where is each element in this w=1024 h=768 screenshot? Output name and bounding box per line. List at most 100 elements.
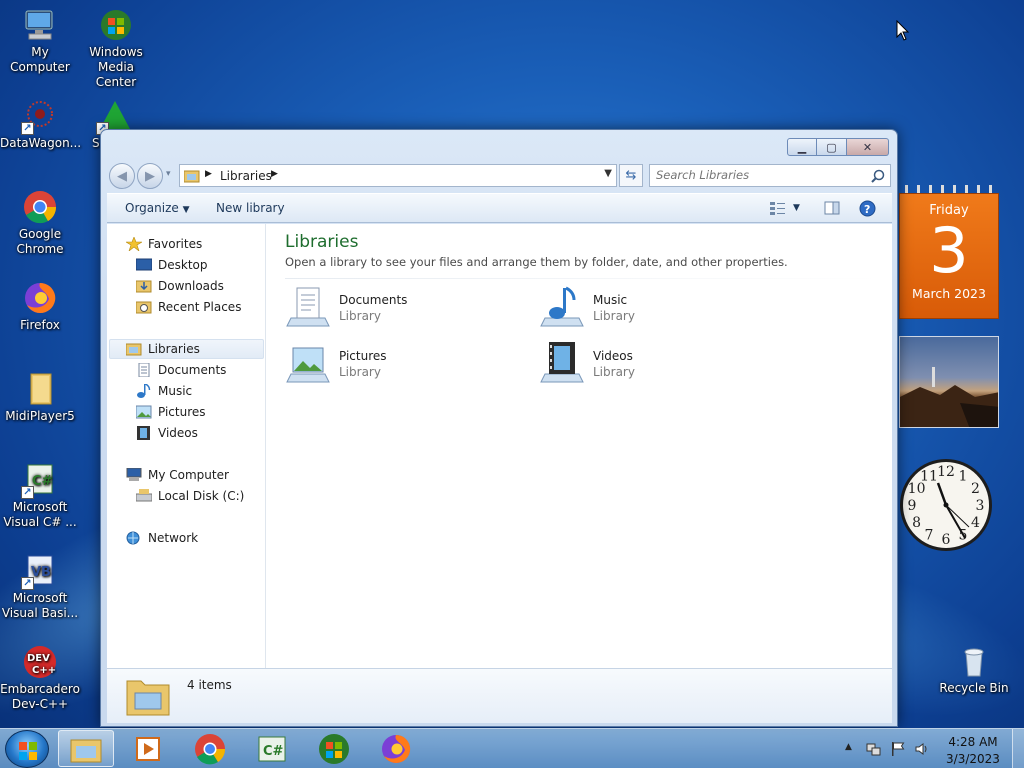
nav-item-music[interactable]: Music (136, 381, 192, 401)
preview-pane-icon[interactable] (824, 200, 840, 216)
refresh-button[interactable]: ⇆ (619, 164, 643, 187)
library-item-music[interactable]: Music Library (539, 284, 769, 332)
network-status-icon[interactable] (866, 741, 882, 757)
breadcrumb-libraries[interactable]: Libraries (220, 169, 272, 183)
desktop-icon-visual-csharp[interactable]: C# ↗ Microsoft Visual C# ... (0, 463, 80, 530)
desktop-icon-label: Microsoft (12, 500, 68, 514)
library-item-documents[interactable]: Documents Library (285, 284, 515, 332)
library-item-pictures[interactable]: Pictures Library (285, 340, 515, 388)
recent-pages-dropdown-icon[interactable]: ▾ (166, 169, 171, 179)
minimize-button[interactable]: ▁ (787, 138, 817, 156)
library-type: Library (339, 309, 381, 323)
organize-label: Organize (125, 201, 179, 215)
search-input[interactable] (656, 168, 861, 182)
volume-icon[interactable] (914, 741, 930, 757)
computer-icon (126, 467, 142, 482)
back-button[interactable]: ◀ (109, 163, 135, 189)
library-type: Library (593, 365, 635, 379)
library-item-videos[interactable]: Videos Library (539, 340, 769, 388)
nav-item-my-computer[interactable]: My Computer (126, 465, 229, 485)
taskbar-firefox[interactable] (368, 730, 424, 767)
view-options-dropdown-icon[interactable]: ▼ (793, 203, 800, 213)
explorer-window[interactable]: ▁ ▢ ✕ ◀ ▶ ▾ ▶ Libraries ▶ ▼ ⇆ Organize ▼ (100, 129, 898, 727)
visual-csharp-icon: C# (258, 736, 286, 761)
nav-item-favorites[interactable]: Favorites (124, 234, 202, 254)
library-name: Music (593, 293, 628, 307)
clock-numeral: 11 (920, 469, 938, 485)
nav-item-label: Videos (158, 426, 198, 440)
desktop-icon-label: Recycle Bin (939, 681, 1009, 695)
library-name: Documents (339, 293, 408, 307)
calendar-month-year: March 2023 (912, 286, 986, 301)
breadcrumb-separator-icon[interactable]: ▶ (271, 169, 278, 179)
show-hidden-icons-button[interactable]: ▲ (845, 742, 852, 752)
nav-item-documents[interactable]: Documents (136, 360, 226, 380)
taskbar-file-explorer[interactable] (58, 730, 114, 767)
clock-numeral: 2 (971, 481, 980, 497)
nav-item-desktop[interactable]: Desktop (135, 255, 208, 275)
nav-item-label: Downloads (158, 279, 224, 293)
action-center-flag-icon[interactable] (890, 741, 906, 757)
nav-item-videos[interactable]: Videos (136, 423, 198, 443)
page-title: Libraries (285, 232, 359, 252)
details-pane: 4 items (107, 668, 892, 723)
navigation-bar: ◀ ▶ ▾ ▶ Libraries ▶ ▼ ⇆ (109, 163, 891, 189)
firefox-icon (382, 734, 411, 763)
help-icon[interactable]: ? (859, 200, 876, 217)
organize-button[interactable]: Organize ▼ (125, 201, 190, 215)
header-divider (285, 278, 880, 279)
address-dropdown-icon[interactable]: ▼ (604, 168, 612, 179)
green-triangle-icon: ↗ (96, 99, 132, 135)
visual-basic-icon: VB ↗ (21, 554, 57, 590)
nav-item-libraries[interactable]: Libraries (109, 339, 264, 359)
desktop-icon-google-chrome[interactable]: Google Chrome (0, 190, 80, 257)
new-library-button[interactable]: New library (216, 201, 285, 215)
slideshow-gadget[interactable] (899, 336, 999, 428)
search-icon[interactable] (871, 169, 885, 183)
mouse-cursor-icon (896, 20, 910, 41)
nav-item-recent-places[interactable]: Recent Places (135, 297, 241, 317)
clock-gadget[interactable]: 121234567891011 (896, 443, 1000, 569)
desktop-icon-label: Media Center (95, 60, 137, 89)
nav-item-downloads[interactable]: Downloads (135, 276, 224, 296)
nav-item-pictures[interactable]: Pictures (135, 402, 206, 422)
item-count: 4 items (187, 678, 232, 692)
nav-item-local-disk[interactable]: Local Disk (C:) (135, 486, 244, 506)
desktop-icon-recycle-bin[interactable]: Recycle Bin (934, 644, 1014, 696)
desktop-icon-datawagon[interactable]: ↗ DataWagon... (0, 99, 81, 151)
address-bar[interactable]: ▶ Libraries ▶ ▼ (179, 164, 617, 187)
computer-icon (23, 8, 57, 42)
forward-button[interactable]: ▶ (137, 163, 163, 189)
change-view-icon[interactable] (769, 200, 787, 216)
desktop-icon-my-computer[interactable]: My Computer (0, 8, 80, 75)
taskbar-visual-csharp[interactable]: C# (244, 730, 300, 767)
desktop-icon-midiplayer5[interactable]: MidiPlayer5 (0, 372, 80, 424)
nav-item-label: Libraries (148, 342, 200, 356)
start-button[interactable] (5, 730, 49, 768)
taskbar-clock[interactable]: 4:28 AM 3/3/2023 (941, 734, 1005, 768)
nav-item-label: Network (148, 531, 199, 545)
desktop-icon-firefox[interactable]: Firefox (0, 281, 80, 333)
nav-item-label: Music (158, 384, 193, 398)
maximize-button[interactable]: ▢ (817, 138, 847, 156)
breadcrumb-separator-icon[interactable]: ▶ (205, 169, 212, 179)
file-list-pane: Libraries Open a library to see your fil… (267, 224, 892, 668)
clock-time: 4:28 AM (948, 735, 998, 749)
chrome-icon (23, 190, 57, 224)
show-desktop-button[interactable] (1012, 729, 1024, 768)
desktop-icon-visual-basic[interactable]: VB ↗ Microsoft Visual Basi... (0, 554, 80, 621)
libraries-folder-icon (184, 170, 200, 183)
desktop-icon-windows-media-center[interactable]: Windows Media Center (76, 8, 156, 90)
clock-numeral: 8 (912, 515, 921, 531)
nav-item-label: My Computer (148, 468, 229, 482)
desktop-icon-embarcadero-dev-cpp[interactable]: DEV C++ Embarcadero Dev-C++ (0, 645, 80, 712)
taskbar-windows-media-center[interactable] (306, 730, 362, 767)
taskbar-media-player[interactable] (120, 730, 176, 767)
search-box[interactable] (649, 164, 891, 187)
calendar-gadget[interactable]: Friday 3 March 2023 (899, 185, 999, 319)
taskbar-chrome[interactable] (182, 730, 238, 767)
nav-item-network[interactable]: Network (126, 528, 198, 548)
back-arrow-icon: ◀ (117, 168, 127, 184)
chevron-down-icon: ▼ (182, 205, 190, 215)
close-button[interactable]: ✕ (847, 138, 889, 156)
